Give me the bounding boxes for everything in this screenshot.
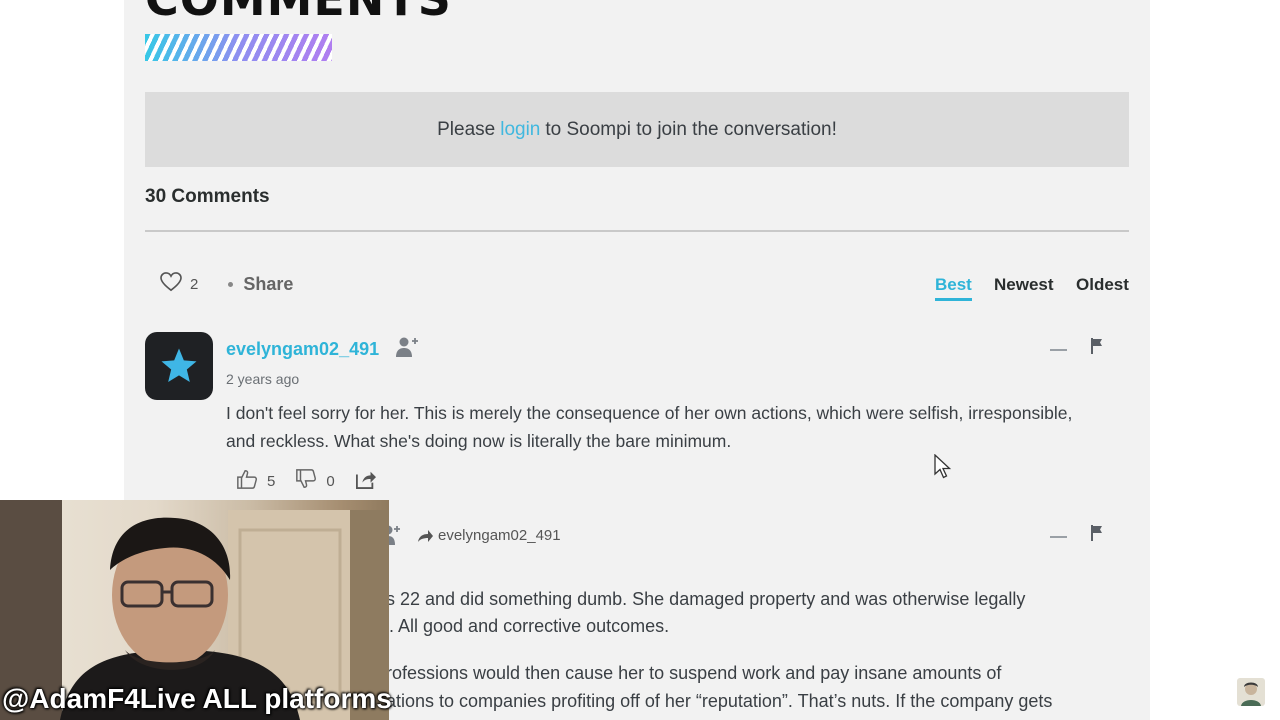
comments-count: 30 Comments <box>145 186 270 207</box>
comment-timestamp[interactable]: 2 years ago <box>226 371 299 387</box>
streamer-watermark: @AdamF4Live ALL platforms <box>2 683 392 714</box>
sort-best[interactable]: Best <box>935 275 972 301</box>
reply-to: evelyngam02_491 <box>416 527 561 544</box>
thread-likes-count: 2 <box>190 276 199 293</box>
reply-text-line: ations to companies profiting off of her… <box>386 691 1053 711</box>
comment-actions: 5 0 <box>236 468 377 495</box>
share-button[interactable]: Share <box>243 274 293 295</box>
heading-stripes-decoration <box>145 34 332 61</box>
reply-text-line: s 22 and did something dumb. She damaged… <box>386 589 1026 609</box>
sort-oldest[interactable]: Oldest <box>1076 275 1129 295</box>
reply-to-username[interactable]: evelyngam02_491 <box>438 527 561 544</box>
share-icon[interactable] <box>355 469 377 494</box>
heart-icon[interactable] <box>160 272 182 297</box>
comment-username[interactable]: evelyngam02_491 <box>226 339 379 360</box>
star-icon <box>161 348 197 382</box>
login-prompt-prefix: Please <box>437 118 496 140</box>
flag-icon[interactable] <box>1090 338 1104 354</box>
upvote-count: 5 <box>267 473 276 490</box>
divider <box>145 230 1129 232</box>
login-link[interactable]: login <box>500 119 540 141</box>
thumbs-down-icon[interactable] <box>295 468 317 495</box>
separator-dot <box>228 282 234 287</box>
avatar[interactable] <box>145 332 213 400</box>
flag-icon[interactable] <box>1090 525 1104 541</box>
downvote-count: 0 <box>326 473 335 490</box>
corner-avatar <box>1237 678 1265 706</box>
login-prompt: Please login to Soompi to join the conve… <box>145 92 1129 167</box>
login-prompt-suffix: to Soompi to join the conversation! <box>545 118 837 140</box>
thumbs-up-icon[interactable] <box>236 468 258 495</box>
reply-text-line: . All good and corrective outcomes. <box>389 616 670 636</box>
minus-icon[interactable] <box>1050 536 1067 538</box>
sort-newest[interactable]: Newest <box>994 275 1054 295</box>
cursor-icon <box>934 454 952 479</box>
reply-arrow-icon <box>418 529 433 542</box>
reply-text-line: rofessions would then cause her to suspe… <box>386 663 1002 683</box>
section-heading: COMMENTS <box>145 0 452 24</box>
add-user-icon[interactable] <box>396 336 420 363</box>
thread-toolbar: 2 Share <box>160 272 293 297</box>
minus-icon[interactable] <box>1050 349 1067 351</box>
comment-text: I don't feel sorry for her. This is mere… <box>226 403 1073 451</box>
